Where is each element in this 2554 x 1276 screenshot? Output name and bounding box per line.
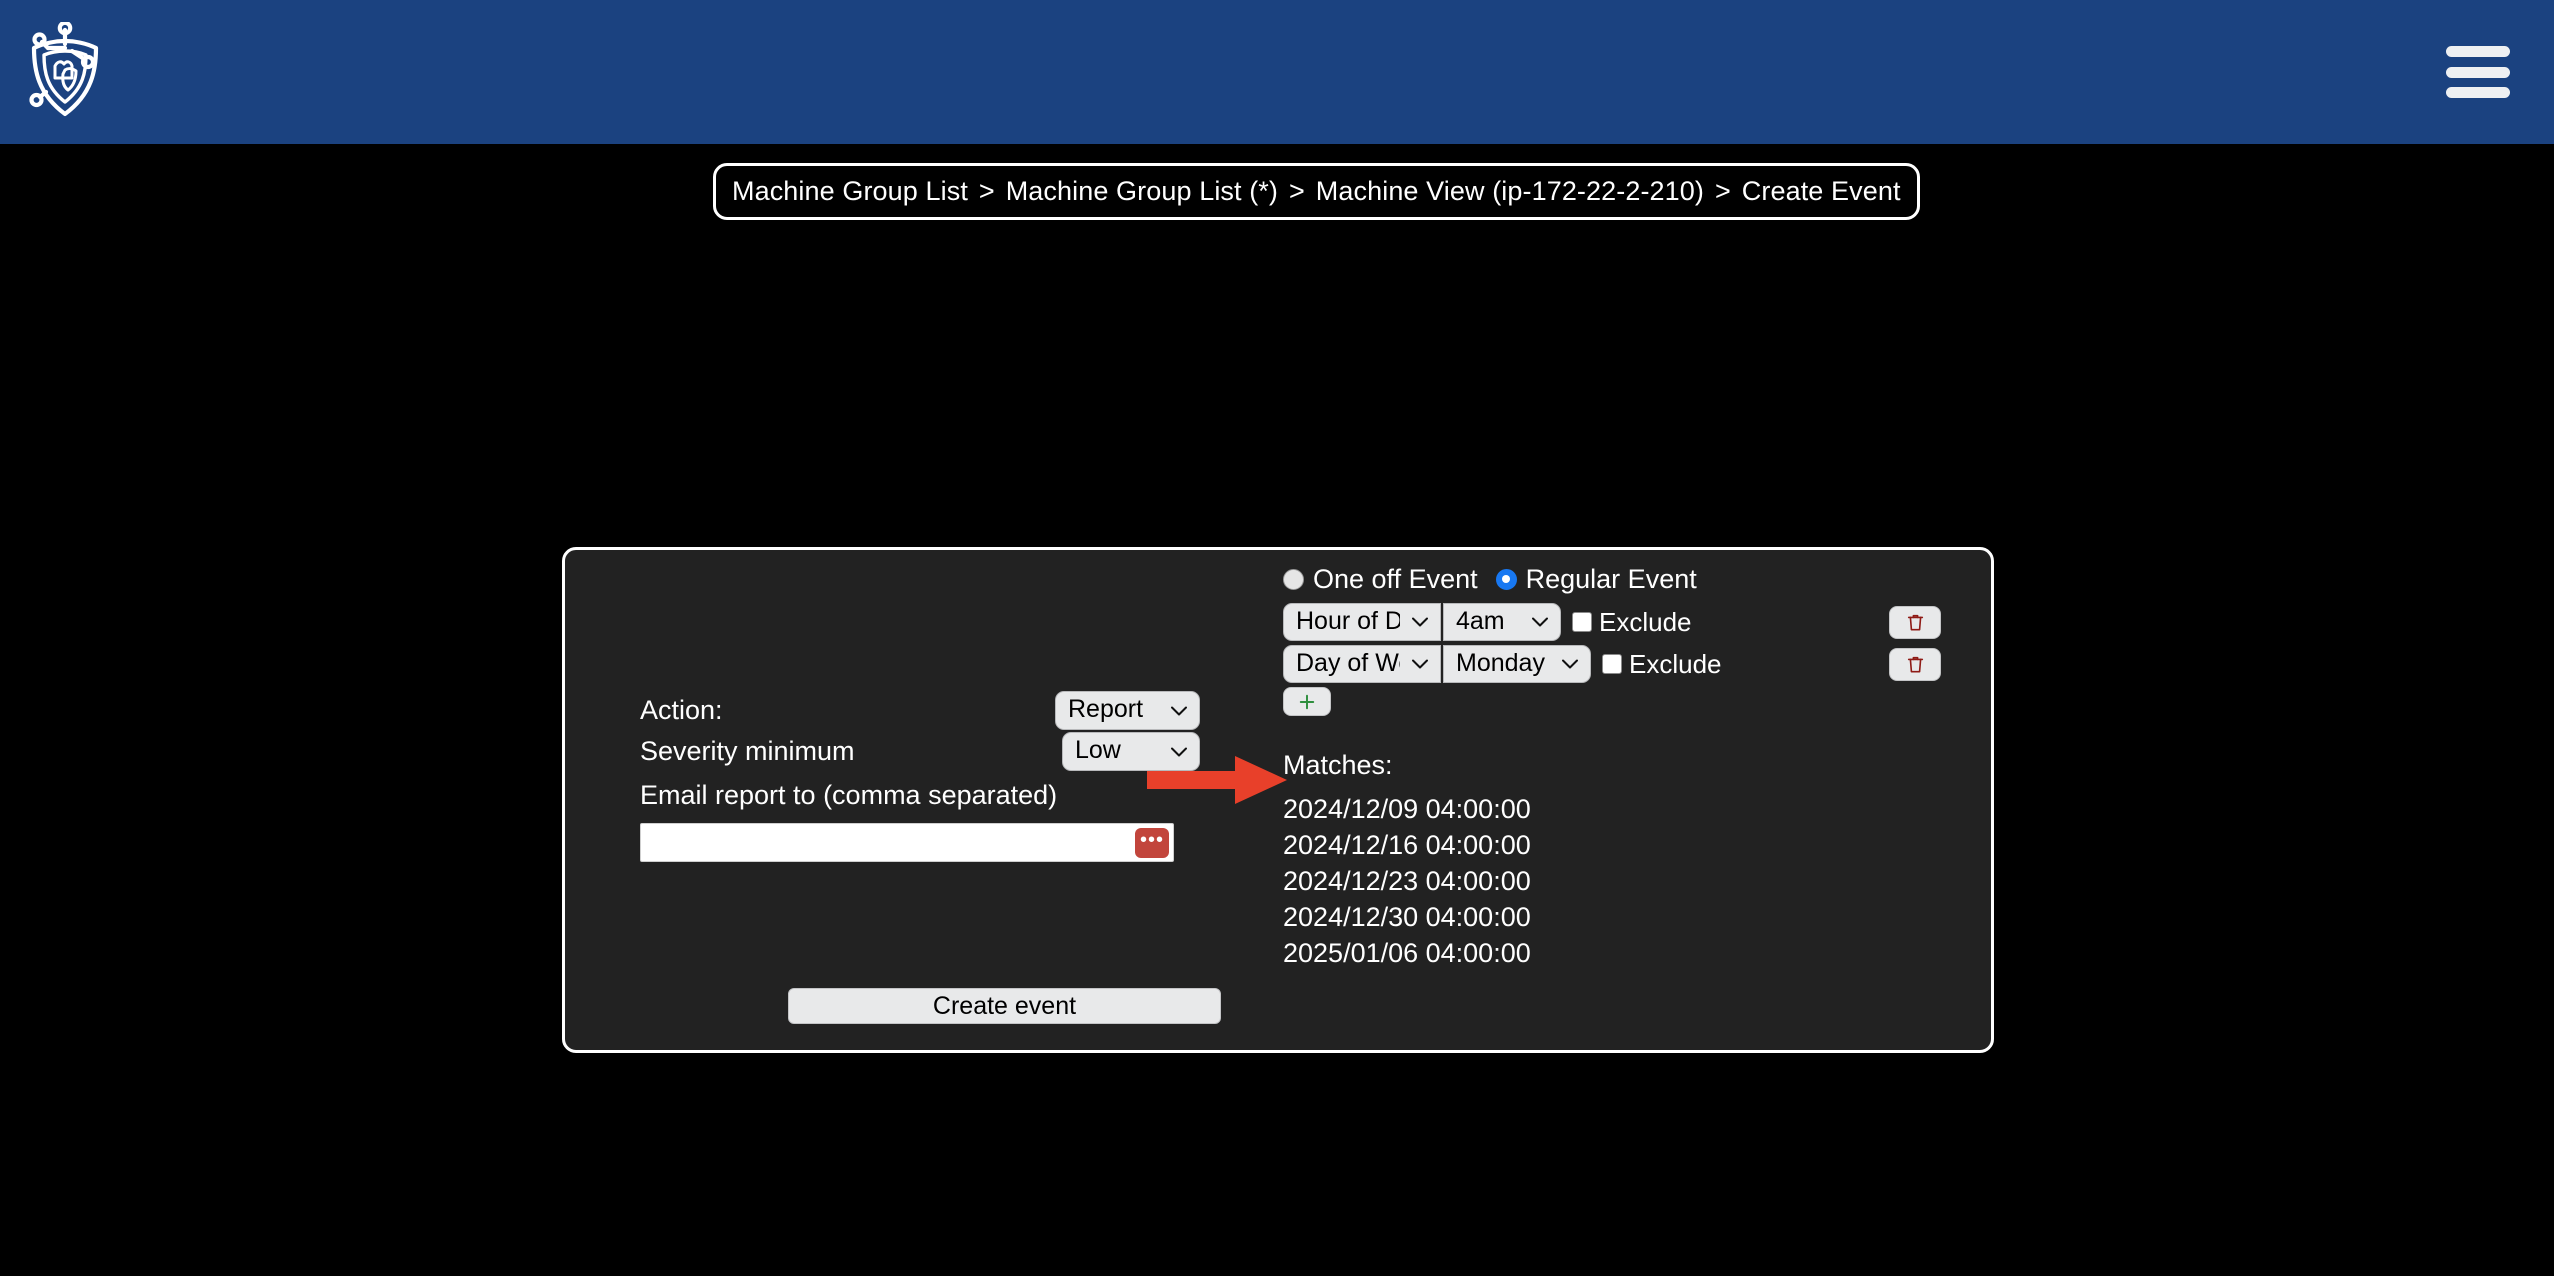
rule-1-exclude-checkbox[interactable]: Exclude [1572,607,1692,638]
schedule-rule-row-2: Day of Week Monday Exclude [1283,644,1963,684]
breadcrumb-item-machine-group-list[interactable]: Machine Group List [732,176,968,207]
radio-regular-label: Regular Event [1525,563,1697,594]
radio-regular-event[interactable]: Regular Event [1495,563,1697,595]
app-header [0,0,2554,144]
match-entry: 2024/12/16 04:00:00 [1283,830,1531,860]
rule-1-exclude-label: Exclude [1599,606,1692,637]
rule-1-value-select[interactable]: 4am [1443,602,1561,642]
breadcrumb-separator: > [978,176,995,206]
rule-1-type-select[interactable]: Hour of Day [1283,602,1441,642]
plus-icon [1299,694,1315,709]
match-entry: 2024/12/23 04:00:00 [1283,866,1531,896]
rule-2-value-select[interactable]: Monday [1443,644,1591,684]
rule-2-delete-button[interactable] [1889,647,1941,681]
rule-2-type-wrapper: Day of Week [1283,644,1441,684]
severity-select[interactable]: Low [1062,732,1200,771]
action-select-wrapper: Report [1055,691,1200,730]
severity-label: Severity minimum [640,736,855,766]
email-input-wrapper: ••• [640,823,1174,862]
create-event-button[interactable]: Create event [788,988,1221,1024]
trash-icon [1907,614,1923,631]
shield-network-logo-icon[interactable] [26,20,104,122]
breadcrumb-item-machine-group-list-starred[interactable]: Machine Group List (*) [1006,176,1278,207]
create-event-panel: Action: Report Severity minimum Low Emai… [562,547,1994,1053]
rule-1-value-wrapper: 4am [1441,602,1561,642]
schedule-rule-row-1: Hour of Day 4am Exclude [1283,602,1963,642]
hamburger-bar-2 [2446,66,2510,78]
hamburger-bar-1 [2446,46,2510,57]
radio-one-off-indicator [1283,568,1304,590]
rule-2-exclude-box [1602,654,1622,674]
breadcrumb: Machine Group List > Machine Group List … [713,163,1920,220]
action-row: Action: Report [640,690,1200,731]
breadcrumb-item-create-event[interactable]: Create Event [1742,176,1901,207]
autofill-dots-button[interactable]: ••• [1135,827,1169,858]
email-report-input[interactable] [640,823,1174,862]
rule-2-exclude-label: Exclude [1629,648,1722,679]
radio-regular-indicator-selected [1495,568,1517,590]
rule-2-type-select[interactable]: Day of Week [1283,644,1441,684]
add-rule-button[interactable] [1283,687,1331,716]
match-entry: 2025/01/06 04:00:00 [1283,938,1531,968]
action-label: Action: [640,695,723,725]
rule-1-type-wrapper: Hour of Day [1283,602,1441,642]
breadcrumb-separator: > [1289,176,1305,206]
hamburger-bar-3 [2446,87,2510,98]
rule-1-exclude-box [1572,612,1592,632]
breadcrumb-separator: > [1715,176,1731,206]
email-report-label: Email report to (comma separated) [640,780,1058,810]
severity-select-wrapper: Low [1062,732,1200,771]
event-type-radio-group: One off Event Regular Event [1283,560,1963,598]
rule-1-delete-button[interactable] [1889,605,1941,639]
radio-one-off-label: One off Event [1313,563,1478,594]
rule-2-exclude-checkbox[interactable]: Exclude [1602,649,1722,680]
rule-2-value-wrapper: Monday [1441,644,1591,684]
event-action-form: Action: Report Severity minimum Low Emai… [640,690,1287,862]
breadcrumb-item-machine-view[interactable]: Machine View (ip-172-22-2-210) [1316,176,1704,207]
trash-icon [1907,656,1923,673]
match-entry: 2024/12/30 04:00:00 [1283,902,1531,932]
radio-one-off-event[interactable]: One off Event [1283,564,1478,595]
severity-row: Severity minimum Low [640,731,1200,772]
action-select[interactable]: Report [1055,691,1200,730]
hamburger-menu-icon[interactable] [2446,46,2510,98]
matches-title: Matches: [1283,750,1393,780]
event-schedule-form: One off Event Regular Event Hour of Day … [1283,560,1963,971]
matches-section: Matches: 2024/12/09 04:00:00 2024/12/16 … [1283,750,1963,971]
match-entry: 2024/12/09 04:00:00 [1283,794,1531,824]
